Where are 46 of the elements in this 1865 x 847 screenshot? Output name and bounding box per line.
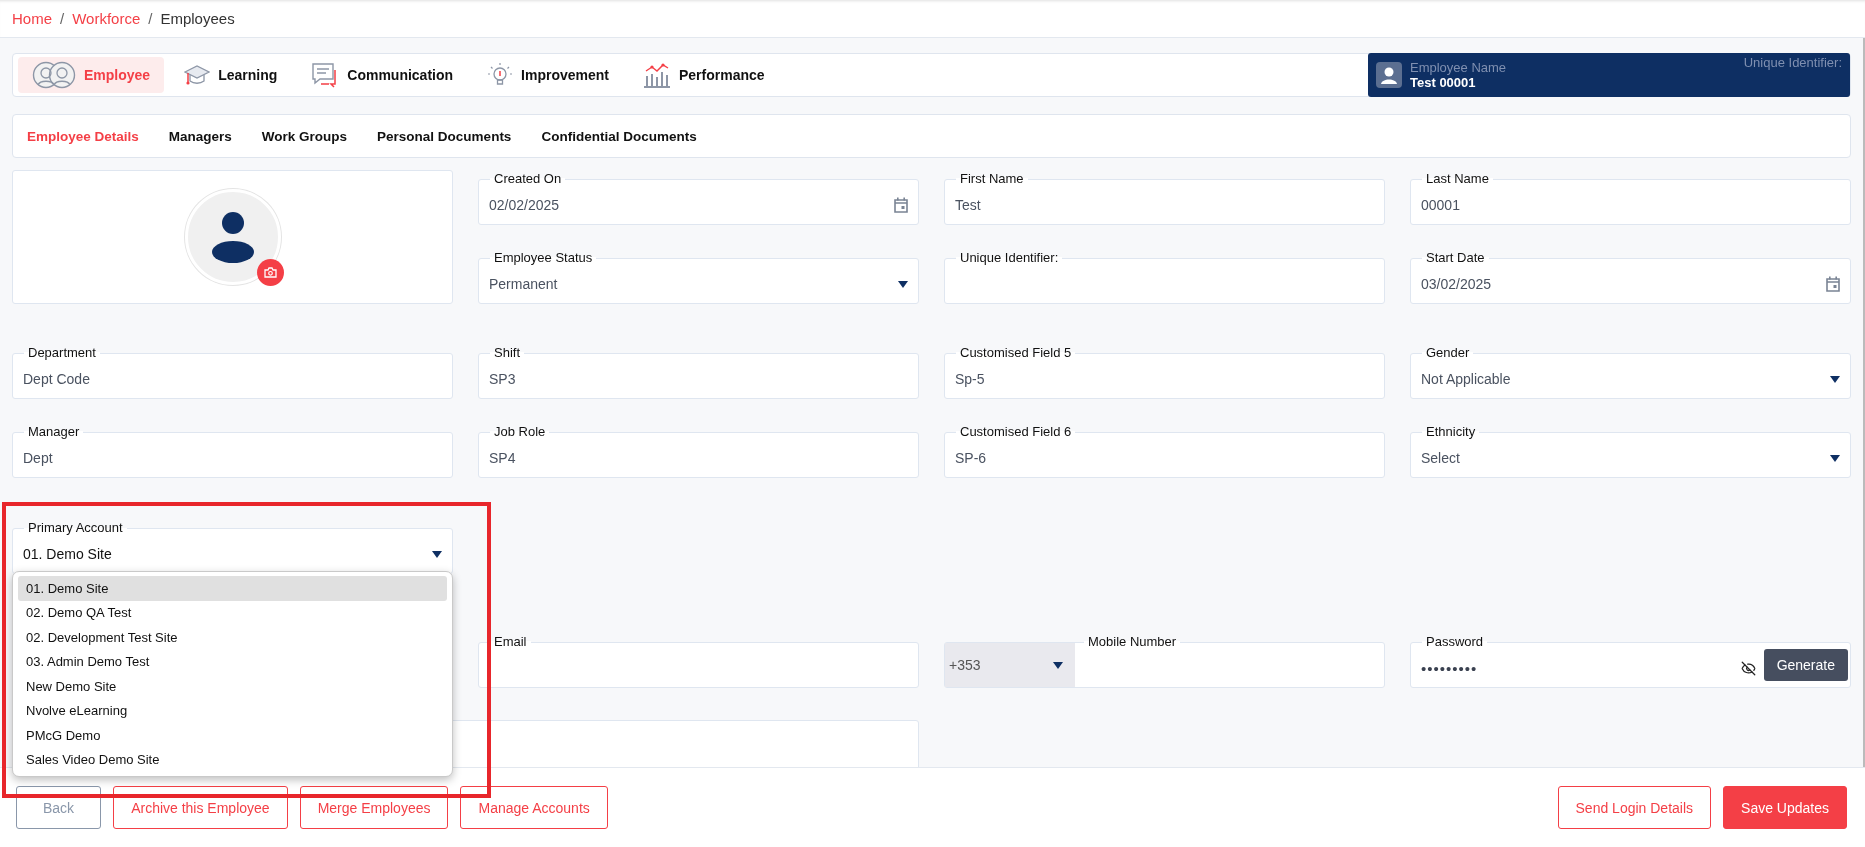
bar-chart-icon xyxy=(642,62,671,88)
camera-icon xyxy=(263,267,277,278)
person-silhouette-icon xyxy=(210,211,255,263)
action-button[interactable]: Send Login Details xyxy=(1557,786,1712,829)
sub-tab[interactable]: Managers xyxy=(168,124,232,148)
action-button[interactable]: Save Updates xyxy=(1723,786,1847,829)
calendar-icon[interactable] xyxy=(894,197,908,213)
dropdown-option[interactable]: New Demo Site xyxy=(18,674,447,699)
dropdown-option[interactable]: 01. Demo Site xyxy=(18,576,447,601)
module-tab[interactable]: Learning xyxy=(170,57,292,93)
breadcrumb-link[interactable]: Workforce xyxy=(72,10,141,27)
dropdown-option[interactable]: 02. Development Test Site xyxy=(18,625,447,650)
eye-off-icon[interactable] xyxy=(1740,660,1756,676)
breadcrumb-separator: / xyxy=(60,10,65,27)
action-button[interactable]: Manage Accounts xyxy=(460,786,608,829)
module-tab[interactable]: Communication xyxy=(297,57,468,93)
generate-button[interactable]: Generate xyxy=(1763,649,1848,681)
breadcrumb-separator: / xyxy=(148,10,153,27)
dropdown-option[interactable]: PMcG Demo xyxy=(18,723,447,748)
people-icon xyxy=(32,61,76,89)
caret-icon xyxy=(1830,375,1840,383)
sub-tab[interactable]: Work Groups xyxy=(261,124,348,148)
calendar-icon[interactable] xyxy=(1826,276,1840,292)
breadcrumb-link[interactable]: Home xyxy=(12,10,52,27)
module-tab[interactable]: Improvement xyxy=(473,57,623,93)
dropdown-option[interactable]: Sales Video Demo Site xyxy=(18,747,447,772)
module-tab[interactable]: Performance xyxy=(628,57,779,93)
sub-tab[interactable]: Personal Documents xyxy=(377,124,512,148)
user-icon xyxy=(1376,62,1402,88)
graduation-cap-icon xyxy=(184,63,211,87)
breadcrumb-link[interactable]: Employees xyxy=(160,10,235,27)
camera-button[interactable] xyxy=(256,259,284,286)
caret-icon xyxy=(898,280,908,288)
action-button[interactable]: Merge Employees xyxy=(299,786,449,829)
dropdown-option[interactable]: Nvolve eLearning xyxy=(18,698,447,723)
sub-tab[interactable]: Employee Details xyxy=(27,124,139,148)
dropdown-option[interactable]: 02. Demo QA Test xyxy=(18,600,447,625)
card-caption: Employee Name xyxy=(1410,60,1508,75)
dropdown-option[interactable]: 03. Admin Demo Test xyxy=(18,649,447,674)
sub-tab[interactable]: Confidential Documents xyxy=(541,124,697,148)
caret-icon xyxy=(1830,454,1840,462)
action-button[interactable]: Archive this Employee xyxy=(113,786,288,829)
light-bulb-icon xyxy=(487,62,514,88)
employee-name: Test 00001 xyxy=(1410,75,1477,90)
card-caption: Unique Identifier: xyxy=(1743,55,1842,70)
caret-icon xyxy=(432,550,442,558)
